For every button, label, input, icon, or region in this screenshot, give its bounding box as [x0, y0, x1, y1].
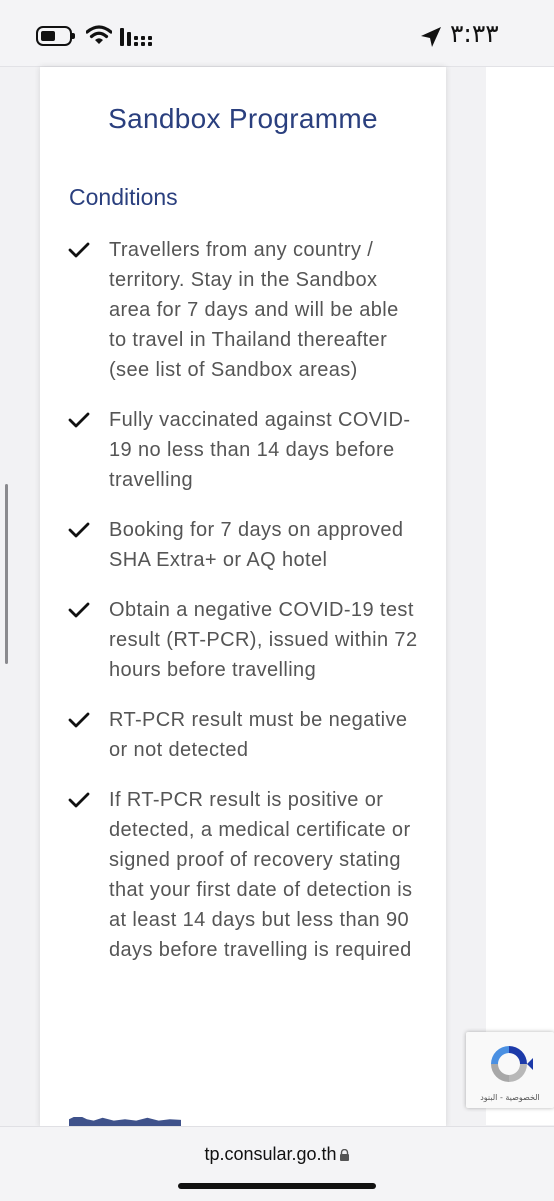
page-title: Sandbox Programme — [108, 103, 378, 134]
list-item: Travellers from any country / territory.… — [40, 235, 446, 385]
recaptcha-icon — [491, 1046, 533, 1082]
wifi-icon — [86, 25, 112, 44]
url-display[interactable]: tp.consular.go.th — [0, 1144, 554, 1165]
location-arrow-icon — [421, 27, 441, 47]
check-icon — [68, 522, 90, 538]
check-icon — [68, 602, 90, 618]
battery-icon — [36, 26, 75, 46]
status-bar: ٣:٣٣ — [0, 0, 554, 67]
right-panel — [486, 67, 554, 1125]
url-text: tp.consular.go.th — [204, 1144, 337, 1164]
check-icon — [68, 712, 90, 728]
conditions-list: Travellers from any country / territory.… — [40, 235, 446, 985]
list-item: Fully vaccinated against COVID-19 no les… — [40, 405, 446, 495]
list-item: If RT-PCR result is positive or detected… — [40, 785, 446, 965]
cellular-signal-icon — [120, 28, 152, 46]
recaptcha-links[interactable]: الخصوصية - البنود — [466, 1093, 554, 1102]
condition-text: Fully vaccinated against COVID-19 no les… — [109, 409, 411, 491]
status-time: ٣:٣٣ — [450, 19, 499, 48]
url-bar[interactable]: tp.consular.go.th — [0, 1126, 554, 1201]
content-card: Sandbox Programme Conditions Travellers … — [40, 67, 446, 1129]
list-item: Booking for 7 days on approved SHA Extra… — [40, 515, 446, 575]
list-item: RT-PCR result must be negative or not de… — [40, 705, 446, 765]
check-icon — [68, 242, 90, 258]
scroll-indicator[interactable] — [5, 484, 8, 664]
lock-icon — [339, 1149, 349, 1161]
condition-text: If RT-PCR result is positive or detected… — [109, 789, 413, 961]
check-icon — [68, 792, 90, 808]
recaptcha-badge[interactable]: الخصوصية - البنود — [466, 1032, 554, 1108]
home-indicator[interactable] — [178, 1183, 376, 1189]
condition-text: Obtain a negative COVID-19 test result (… — [109, 599, 418, 681]
condition-text: Travellers from any country / territory.… — [109, 239, 399, 381]
condition-text: RT-PCR result must be negative or not de… — [109, 709, 408, 761]
check-icon — [68, 412, 90, 428]
section-heading: Conditions — [69, 184, 178, 210]
condition-text: Booking for 7 days on approved SHA Extra… — [109, 519, 404, 571]
list-item: Obtain a negative COVID-19 test result (… — [40, 595, 446, 685]
